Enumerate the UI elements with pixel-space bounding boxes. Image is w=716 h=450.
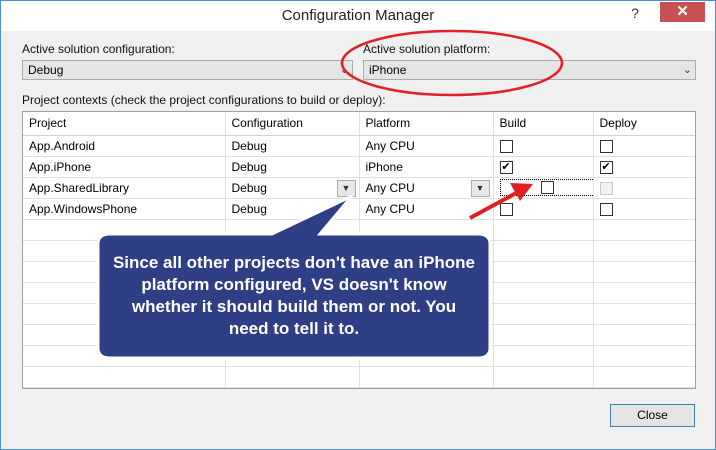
active-config-label: Active solution configuration: xyxy=(22,42,175,56)
build-checkbox[interactable] xyxy=(499,139,513,153)
active-platform-label: Active solution platform: xyxy=(363,42,491,56)
project-contexts-caption: Project contexts (check the project conf… xyxy=(22,93,386,107)
build-checkbox[interactable] xyxy=(499,202,513,216)
deploy-checkbox[interactable] xyxy=(599,139,613,153)
empty-row xyxy=(23,219,695,241)
column-header-deploy[interactable]: Deploy xyxy=(593,112,695,136)
column-header-project[interactable]: Project xyxy=(23,112,226,136)
chevron-down-icon: ⌄ xyxy=(682,64,692,76)
configuration-cell[interactable]: Debug xyxy=(225,135,360,157)
empty-row xyxy=(23,366,695,388)
platform-dropdown-button[interactable]: ▼ xyxy=(470,179,490,197)
deploy-checkbox[interactable]: ✔ xyxy=(599,160,613,174)
focus-rectangle xyxy=(499,179,592,196)
project-name: App.Android xyxy=(23,135,226,157)
platform-cell[interactable]: iPhone xyxy=(359,156,494,178)
window-title: Configuration Manager xyxy=(281,7,435,24)
grid-header-row: Project Configuration Platform Build Dep… xyxy=(23,112,695,136)
platform-cell[interactable]: Any CPU ▼ xyxy=(359,177,494,199)
deploy-checkbox[interactable] xyxy=(599,202,613,216)
deploy-checkbox xyxy=(599,181,613,195)
table-row[interactable]: App.WindowsPhone Debug Any CPU xyxy=(23,198,695,220)
configuration-dropdown-button[interactable]: ▼ xyxy=(336,179,356,197)
active-platform-value: iPhone xyxy=(369,63,407,77)
configuration-cell[interactable]: Debug ▼ xyxy=(225,177,360,199)
table-row[interactable]: App.Android Debug Any CPU xyxy=(23,135,695,157)
build-checkbox[interactable] xyxy=(540,181,554,195)
callout-text: Since all other projects don't have an i… xyxy=(112,253,476,338)
table-row[interactable]: App.SharedLibrary Debug ▼ Any CPU ▼ xyxy=(23,177,695,199)
column-header-build[interactable]: Build xyxy=(493,112,594,136)
window-close-button[interactable]: ✕ xyxy=(660,2,705,22)
build-checkbox[interactable]: ✔ xyxy=(499,160,513,174)
column-header-configuration[interactable]: Configuration xyxy=(225,112,360,136)
chevron-down-icon: ⌄ xyxy=(339,64,349,76)
project-contexts-grid: Project Configuration Platform Build Dep… xyxy=(22,111,696,389)
configuration-cell[interactable]: Debug xyxy=(225,156,360,178)
title-bar: Configuration Manager ? ✕ xyxy=(1,1,715,31)
configuration-value: Debug xyxy=(231,180,267,195)
active-platform-select[interactable]: iPhone ⌄ xyxy=(363,60,696,80)
platform-cell[interactable]: Any CPU xyxy=(359,198,494,220)
configuration-manager-window: Configuration Manager ? ✕ Active solutio… xyxy=(0,0,716,450)
project-name: App.WindowsPhone xyxy=(23,198,226,220)
configuration-cell[interactable]: Debug xyxy=(225,198,360,220)
empty-row xyxy=(23,345,695,367)
active-config-select[interactable]: Debug ⌄ xyxy=(22,60,353,80)
help-button[interactable]: ? xyxy=(621,3,649,25)
project-name: App.SharedLibrary xyxy=(23,177,226,199)
platform-cell[interactable]: Any CPU xyxy=(359,135,494,157)
project-name: App.iPhone xyxy=(23,156,226,178)
active-config-value: Debug xyxy=(28,63,64,77)
table-row[interactable]: App.iPhone Debug iPhone ✔ ✔ xyxy=(23,156,695,178)
close-button[interactable]: Close xyxy=(610,404,695,427)
platform-value: Any CPU xyxy=(365,180,415,195)
column-header-platform[interactable]: Platform xyxy=(359,112,494,136)
